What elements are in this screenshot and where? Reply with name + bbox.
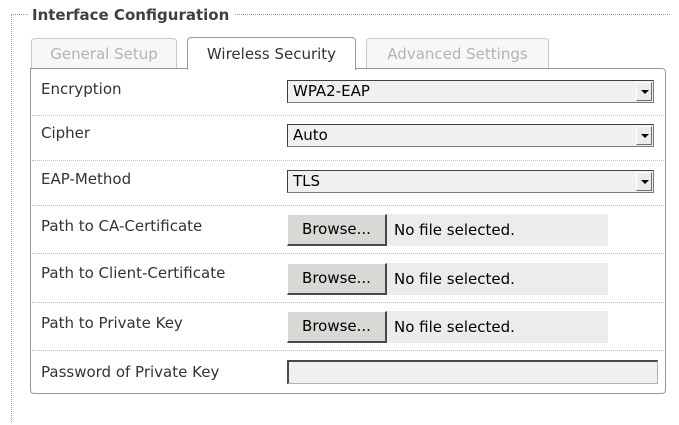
chevron-down-icon[interactable] — [636, 172, 652, 191]
encryption-value: WPA2-EAP — [293, 82, 370, 100]
eap-method-select[interactable]: TLS — [287, 170, 654, 193]
tab-wireless-security[interactable]: Wireless Security — [187, 37, 356, 70]
encryption-label: Encryption — [41, 80, 122, 98]
private-key-browse-button[interactable]: Browse... — [287, 311, 387, 343]
eap-method-value: TLS — [293, 172, 321, 190]
encryption-row: Encryption WPA2-EAP — [32, 69, 664, 116]
eap-method-label: EAP-Method — [41, 170, 132, 188]
ca-certificate-row: Path to CA-Certificate Browse... No file… — [32, 206, 664, 254]
private-key-file-status: No file selected. — [394, 318, 515, 336]
ca-certificate-browse-button[interactable]: Browse... — [287, 214, 387, 246]
client-certificate-file-input[interactable]: Browse... No file selected. — [287, 263, 608, 295]
private-key-password-row: Password of Private Key — [32, 351, 664, 393]
cipher-value: Auto — [293, 126, 328, 144]
private-key-file-input[interactable]: Browse... No file selected. — [287, 311, 608, 343]
chevron-down-icon[interactable] — [636, 82, 652, 101]
private-key-password-input[interactable] — [287, 360, 658, 384]
wireless-security-panel: Encryption WPA2-EAP Cipher Auto EAP-Meth… — [30, 68, 666, 394]
chevron-down-icon[interactable] — [636, 126, 652, 145]
client-certificate-label: Path to Client-Certificate — [41, 264, 226, 282]
fieldset-legend: Interface Configuration — [29, 5, 235, 25]
private-key-row: Path to Private Key Browse... No file se… — [32, 303, 664, 351]
ca-certificate-file-status: No file selected. — [394, 221, 515, 239]
private-key-password-label: Password of Private Key — [41, 363, 220, 381]
private-key-label: Path to Private Key — [41, 314, 183, 332]
client-certificate-browse-button[interactable]: Browse... — [287, 263, 387, 295]
tab-general-setup[interactable]: General Setup — [31, 38, 177, 68]
ca-certificate-file-input[interactable]: Browse... No file selected. — [287, 214, 608, 246]
cipher-row: Cipher Auto — [32, 116, 664, 161]
eap-method-row: EAP-Method TLS — [32, 161, 664, 206]
cipher-label: Cipher — [41, 124, 91, 142]
client-certificate-file-status: No file selected. — [394, 270, 515, 288]
client-certificate-row: Path to Client-Certificate Browse... No … — [32, 254, 664, 303]
tab-advanced-settings[interactable]: Advanced Settings — [366, 38, 549, 68]
ca-certificate-label: Path to CA-Certificate — [41, 217, 203, 235]
cipher-select[interactable]: Auto — [287, 124, 654, 147]
encryption-select[interactable]: WPA2-EAP — [287, 80, 654, 103]
